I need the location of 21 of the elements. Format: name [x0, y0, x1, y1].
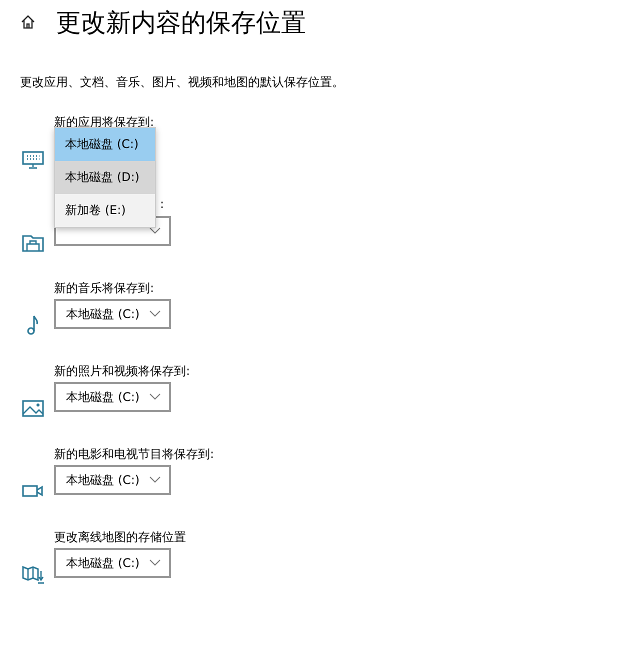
caret-icon: [149, 559, 161, 567]
menu-item[interactable]: 本地磁盘 (D:): [55, 161, 155, 194]
description-text: 更改应用、文档、音乐、图片、视频和地图的默认保存位置。: [20, 74, 345, 91]
drive-dropdown[interactable]: 本地磁盘 (C:): [54, 548, 171, 578]
page-title: 更改新内容的保存位置: [56, 6, 306, 38]
field-label: 新的电影和电视节目将保存到:: [54, 446, 214, 463]
drive-dropdown[interactable]: 本地磁盘 (C:): [54, 299, 171, 329]
field-label: 更改离线地图的存储位置: [54, 529, 186, 546]
caret-icon: [149, 476, 161, 484]
field-label: 新的照片和视频将保存到:: [54, 363, 190, 380]
caret-icon: [149, 227, 161, 235]
drive-dropdown[interactable]: 本地磁盘 (C:): [54, 465, 171, 495]
field-label: 新的应用将保存到:: [54, 114, 154, 131]
menu-item[interactable]: 新加卷 (E:): [55, 194, 155, 227]
caret-icon: [149, 310, 161, 318]
field-label: :: [160, 197, 164, 213]
drive-dropdown[interactable]: 本地磁盘 (C:): [54, 382, 171, 412]
caret-icon: [149, 393, 161, 401]
menu-item[interactable]: 本地磁盘 (C:): [55, 128, 155, 161]
field-label: 新的音乐将保存到:: [54, 280, 154, 297]
home-icon[interactable]: [20, 14, 36, 30]
